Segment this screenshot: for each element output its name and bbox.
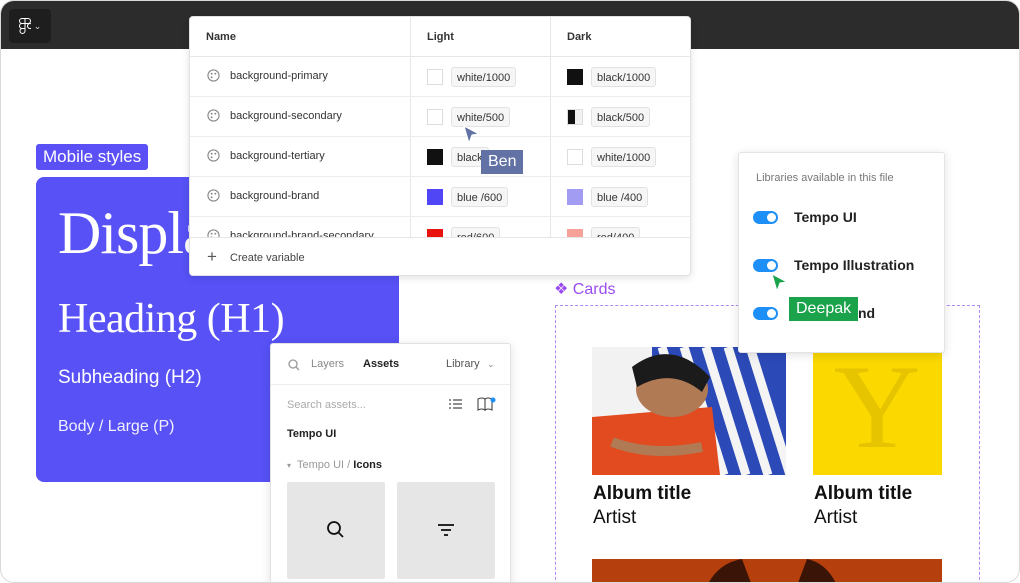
assets-search-row: Search assets... — [271, 385, 510, 423]
album-photo — [592, 347, 786, 475]
dark-color-swatch[interactable] — [567, 109, 583, 125]
plus-icon: + — [207, 247, 217, 266]
variable-name: background-secondary — [230, 110, 342, 122]
asset-tile-filter[interactable] — [397, 482, 495, 579]
table-header: Name Light Dark — [190, 17, 690, 57]
main-menu-button[interactable]: ⌄ — [9, 9, 51, 43]
table-row[interactable]: background-primary white/1000 black/1000 — [190, 57, 690, 97]
palette-icon — [207, 109, 220, 122]
album-artist: Artist — [593, 507, 637, 528]
chevron-down-icon: ⌄ — [33, 20, 42, 31]
asset-tile-search[interactable] — [287, 482, 385, 579]
column-header-dark[interactable]: Dark — [567, 31, 591, 43]
palette-icon — [207, 189, 220, 202]
tab-assets[interactable]: Assets — [363, 358, 399, 370]
column-header-name[interactable]: Name — [206, 31, 236, 43]
cursor-arrow-icon — [771, 273, 789, 293]
body-text-style: Body / Large (P) — [58, 418, 175, 435]
album-cover-image: Y — [813, 347, 942, 475]
album-title: Album title — [593, 483, 692, 504]
palette-icon — [207, 69, 220, 82]
column-header-light[interactable]: Light — [427, 31, 454, 43]
variables-table-panel: Name Light Dark background-primary white… — [189, 16, 691, 276]
dark-color-swatch[interactable] — [567, 189, 583, 205]
library-toggle[interactable] — [753, 307, 778, 320]
dark-value-chip[interactable]: black/500 — [591, 107, 651, 127]
search-icon — [327, 521, 344, 538]
create-variable-label: Create variable — [230, 252, 305, 264]
filter-icon — [438, 524, 454, 536]
album-cover-image — [592, 559, 942, 582]
collaborator-cursor-label: Deepak — [789, 297, 859, 321]
variable-name: background-tertiary — [230, 150, 325, 162]
album-artist: Artist — [814, 507, 858, 528]
assets-panel-tabs: Layers Assets Library ⌄ — [271, 344, 510, 385]
library-button[interactable]: Library — [446, 358, 480, 370]
library-name: Tempo UI — [794, 209, 857, 225]
svg-text:Y: Y — [834, 347, 921, 473]
album-cover-image — [592, 347, 786, 475]
light-color-swatch[interactable] — [427, 109, 443, 125]
list-view-icon[interactable] — [449, 398, 462, 410]
table-row[interactable]: background-brand blue /600 blue /400 — [190, 177, 690, 217]
libraries-panel: Libraries available in this file Tempo U… — [738, 152, 945, 353]
dark-value-chip[interactable]: white/1000 — [591, 147, 657, 167]
libraries-panel-title: Libraries available in this file — [756, 172, 894, 184]
mobile-styles-frame-label[interactable]: Mobile styles — [36, 144, 149, 170]
asset-group-breadcrumb[interactable]: ▾ Tempo UI / Icons — [287, 459, 382, 471]
cards-frame-label[interactable]: ❖ Cards — [554, 279, 615, 299]
light-color-swatch[interactable] — [427, 69, 443, 85]
collaborator-cursor-label: Ben — [481, 150, 524, 174]
album-illustration: Y — [813, 347, 942, 475]
light-color-swatch[interactable] — [427, 189, 443, 205]
dark-value-chip[interactable]: black/1000 — [591, 67, 657, 87]
light-value-chip[interactable]: white/1000 — [451, 67, 517, 87]
component-icon: ❖ — [554, 281, 569, 298]
album-title: Album title — [814, 483, 913, 504]
palette-icon — [207, 149, 220, 162]
create-variable-button[interactable]: + Create variable — [190, 237, 690, 275]
dark-color-swatch[interactable] — [567, 149, 583, 165]
album-photo — [592, 559, 942, 582]
light-color-swatch[interactable] — [427, 149, 443, 165]
subheading-text-style: Subheading (H2) — [58, 367, 202, 388]
library-name: nd — [858, 305, 876, 321]
dark-color-swatch[interactable] — [567, 69, 583, 85]
caret-down-icon: ▾ — [287, 461, 292, 470]
cursor-arrow-icon — [463, 125, 481, 145]
library-toggle[interactable] — [753, 211, 778, 224]
table-row[interactable]: background-tertiary black white/1000 — [190, 137, 690, 177]
light-value-chip[interactable]: white/500 — [451, 107, 511, 127]
table-row[interactable]: background-secondary white/500 black/500 — [190, 97, 690, 137]
search-assets-input[interactable]: Search assets... — [287, 399, 366, 411]
heading-text-style: Heading (H1) — [58, 296, 285, 342]
library-book-icon[interactable] — [477, 397, 496, 411]
assets-panel: Layers Assets Library ⌄ Search assets...… — [270, 343, 511, 582]
light-value-chip[interactable]: blue /600 — [451, 187, 509, 207]
dark-value-chip[interactable]: blue /400 — [591, 187, 649, 207]
search-icon[interactable] — [288, 359, 300, 371]
variable-name: background-primary — [230, 70, 328, 82]
figma-logo-icon — [18, 18, 31, 34]
variable-name: background-brand — [230, 190, 320, 202]
library-name: Tempo Illustration — [794, 257, 915, 273]
tab-layers[interactable]: Layers — [311, 358, 344, 370]
library-section-title: Tempo UI — [287, 428, 337, 440]
chevron-down-icon: ⌄ — [487, 359, 495, 369]
canvas-frame: ⌄ Mobile styles Display Heading (H1) Sub… — [0, 0, 1020, 583]
library-toggle[interactable] — [753, 259, 778, 272]
